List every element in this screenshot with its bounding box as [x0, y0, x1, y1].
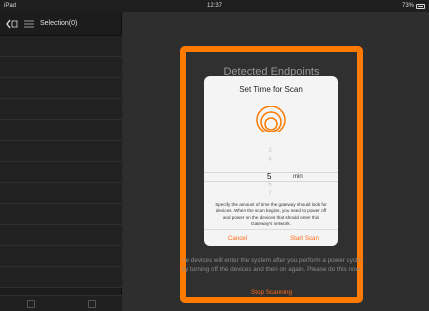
list-item[interactable]: [0, 162, 122, 183]
power-cycle-description: ne devices will enter the system after y…: [181, 257, 362, 273]
picker-option[interactable]: 4: [263, 157, 277, 163]
dialog-description: Specify the amount of time the gateway s…: [215, 202, 327, 227]
scan-time-dialog: Set Time for Scan 3 4 6 7 5 min Specify …: [204, 76, 338, 246]
selection-count-label: Selection(0): [40, 20, 78, 27]
toolbar-settings-icon[interactable]: [87, 299, 96, 308]
stop-scanning-button[interactable]: Stop Scanning: [180, 289, 363, 296]
sidebar-header: Selection(0): [0, 12, 121, 36]
list-item[interactable]: [0, 267, 122, 288]
start-scan-button[interactable]: Start Scan: [271, 230, 338, 246]
list-item[interactable]: [0, 246, 122, 267]
status-time: 12:37: [206, 3, 222, 9]
list-item[interactable]: [0, 183, 122, 204]
list-item[interactable]: [0, 204, 122, 225]
sidebar: Selection(0): [0, 12, 122, 311]
status-bar: iPad 12:37 73%: [0, 0, 429, 12]
battery-icon: [416, 3, 425, 9]
dialog-actions: Cancel Start Scan: [204, 229, 338, 246]
picker-selected-value[interactable]: 5: [267, 172, 271, 181]
picker-option[interactable]: 7: [263, 191, 277, 197]
device-list: [0, 36, 122, 288]
picker-option[interactable]: 3: [263, 148, 277, 154]
list-item[interactable]: [0, 120, 122, 141]
list-item[interactable]: [0, 78, 122, 99]
battery-status: 73%: [402, 3, 425, 9]
wifi-signal-icon: [256, 106, 286, 132]
list-item[interactable]: [0, 99, 122, 120]
back-icon[interactable]: [6, 19, 18, 29]
cancel-button[interactable]: Cancel: [204, 230, 271, 246]
battery-percent: 73%: [401, 3, 414, 9]
list-item[interactable]: [0, 36, 122, 57]
toolbar-grid-icon[interactable]: [26, 299, 35, 308]
list-item[interactable]: [0, 141, 122, 162]
picker-unit-label: min: [293, 174, 303, 180]
list-icon[interactable]: [24, 20, 34, 28]
list-item[interactable]: [0, 57, 122, 78]
picker-option[interactable]: 6: [263, 182, 277, 188]
sidebar-toolbar: [0, 295, 122, 311]
dialog-title: Set Time for Scan: [239, 85, 303, 94]
list-item[interactable]: [0, 225, 122, 246]
scan-time-picker[interactable]: 3 4 6 7: [204, 142, 338, 200]
